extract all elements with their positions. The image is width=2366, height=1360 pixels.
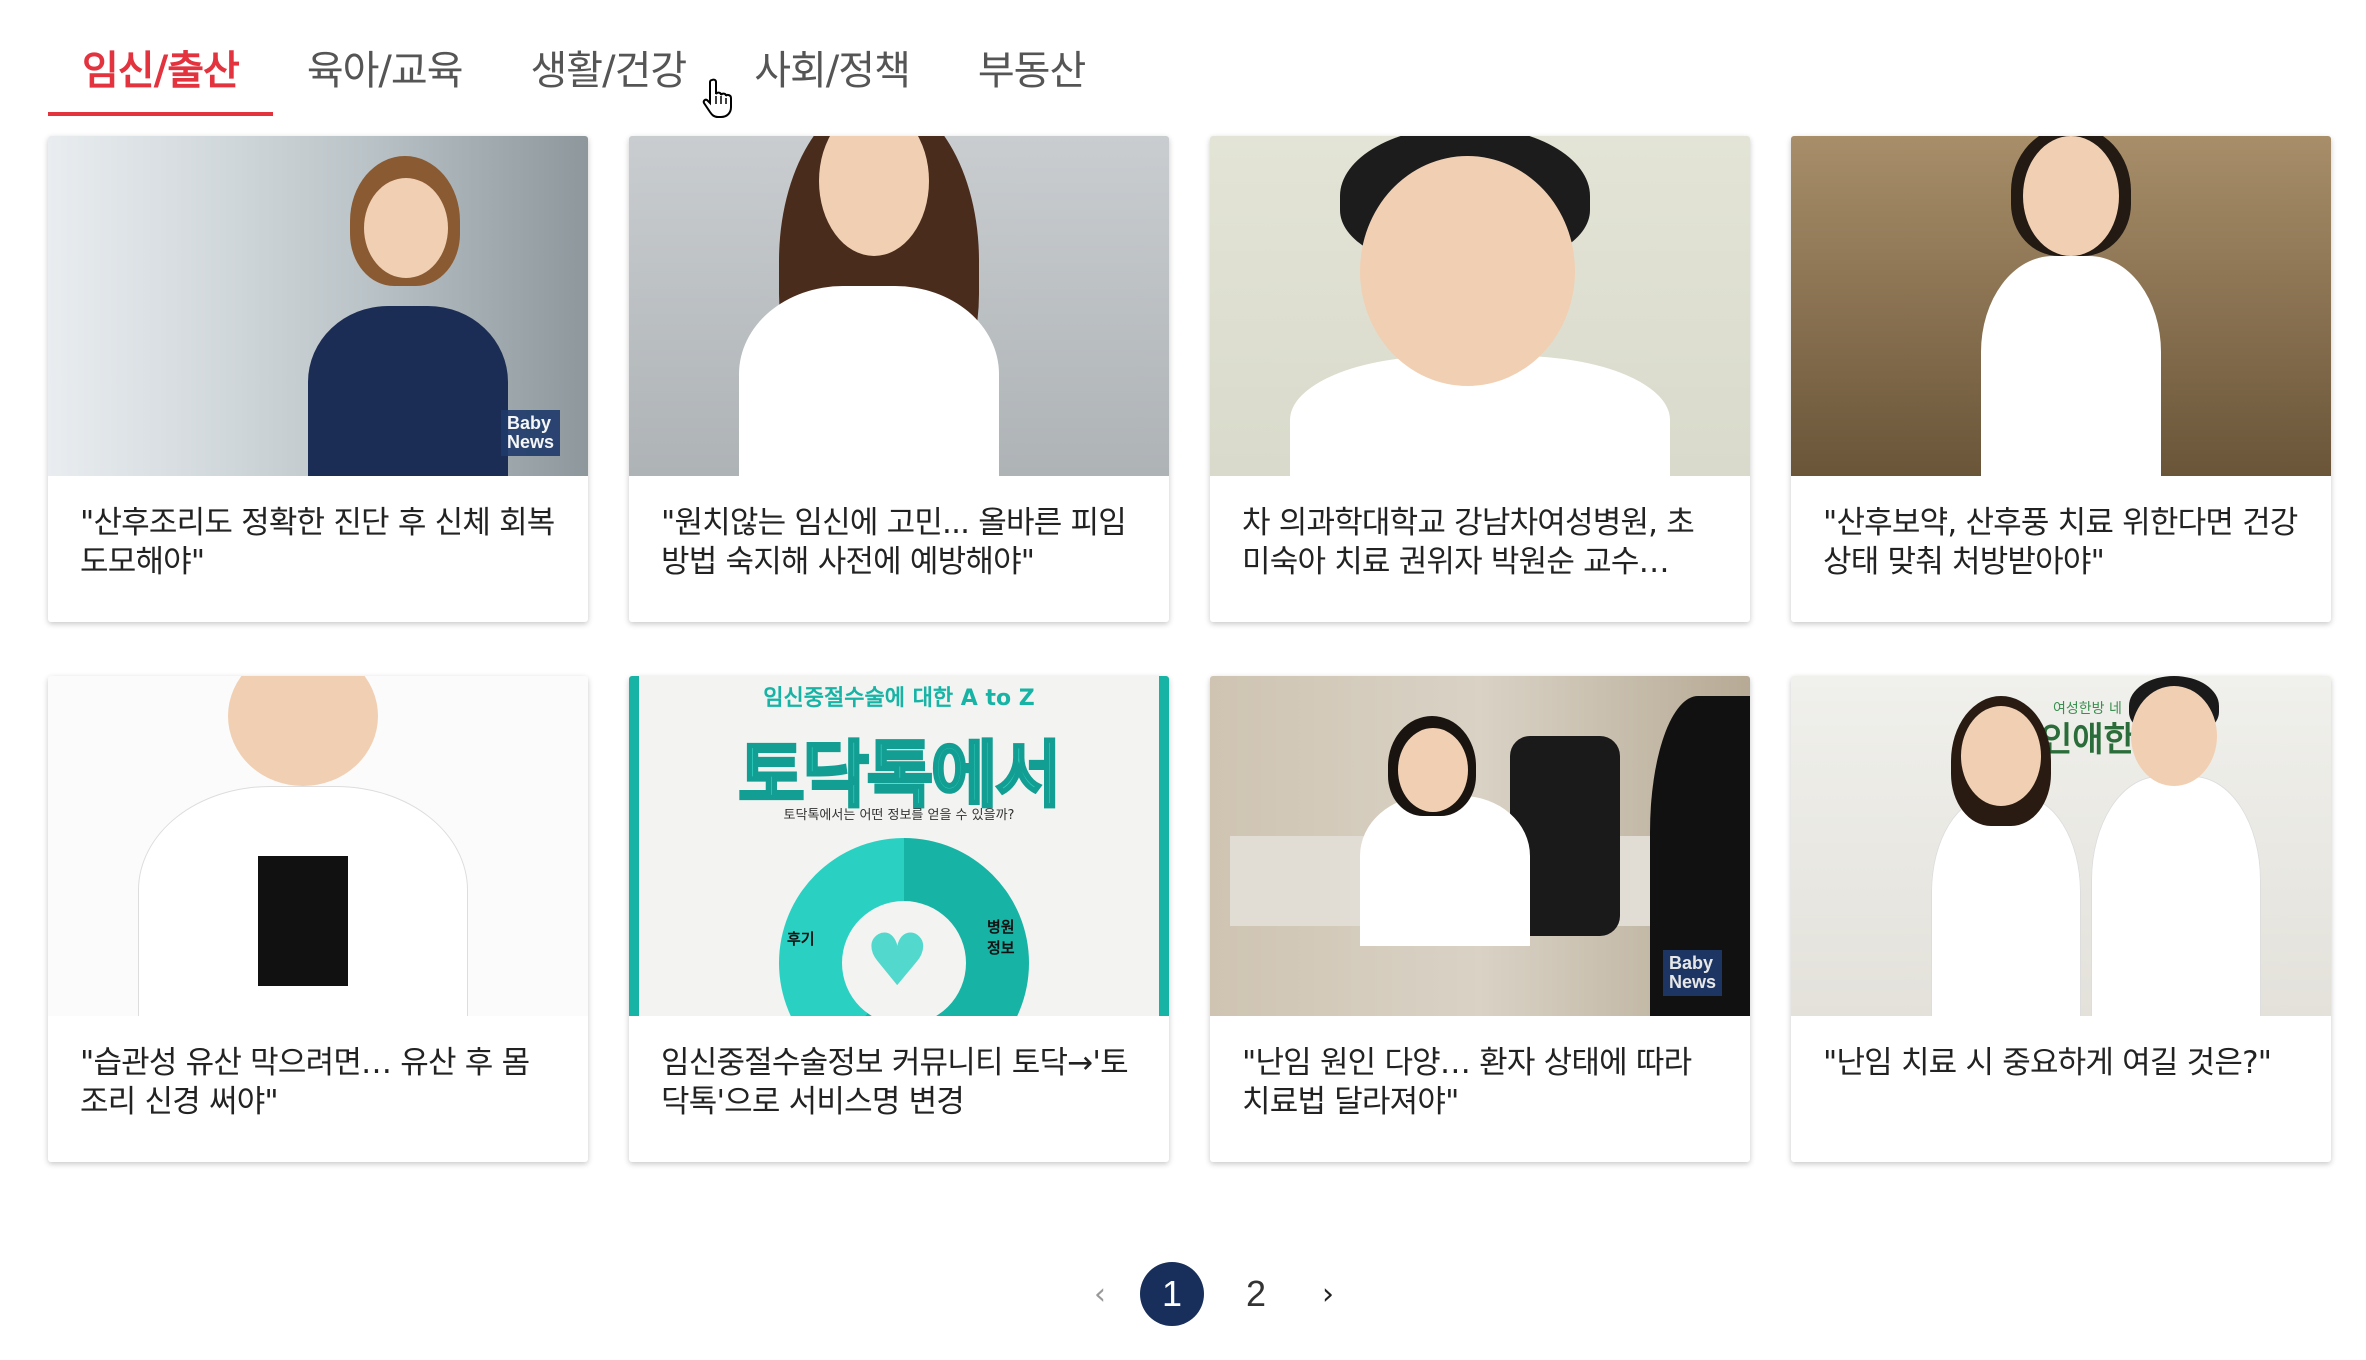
article-title[interactable]: "난임 원인 다양… 환자 상태에 따라 치료법 달라져야" bbox=[1210, 1016, 1750, 1122]
article-thumbnail bbox=[1210, 136, 1750, 476]
page-2-button[interactable]: 2 bbox=[1224, 1262, 1288, 1326]
infographic-subtitle: 임신중절수술에 대한 A to Z bbox=[763, 686, 1035, 711]
article-title[interactable]: "산후조리도 정확한 진단 후 신체 회복 도모해야" bbox=[48, 476, 588, 582]
tab-life-health[interactable]: 생활/건강 bbox=[497, 20, 721, 116]
article-title[interactable]: "습관성 유산 막으려면… 유산 후 몸조리 신경 써야" bbox=[48, 1016, 588, 1122]
article-card[interactable]: 차 의과학대학교 강남차여성병원, 초미숙아 치료 권위자 박원순 교수… bbox=[1210, 136, 1750, 622]
article-title[interactable]: 임신중절수술정보 커뮤니티 토닥→'토닥톡'으로 서비스명 변경 bbox=[629, 1016, 1169, 1122]
article-thumbnail bbox=[1791, 136, 2331, 476]
article-thumbnail: Baby News bbox=[1210, 676, 1750, 1016]
article-thumbnail: 임신중절수술에 대한 A to Z 토닥톡에서 토닥톡에서는 어떤 정보를 얻을… bbox=[629, 676, 1169, 1016]
article-title[interactable]: 차 의과학대학교 강남차여성병원, 초미숙아 치료 권위자 박원순 교수… bbox=[1210, 476, 1750, 582]
article-title[interactable]: "원치않는 임신에 고민... 올바른 피임방법 숙지해 사전에 예방해야" bbox=[629, 476, 1169, 582]
article-thumbnail: 여성한방 네 인애한으 bbox=[1791, 676, 2331, 1016]
article-card[interactable]: 여성한방 네 인애한으 "난임 치료 시 중요하게 여길 것은?" bbox=[1791, 676, 2331, 1162]
tab-parenting-education[interactable]: 육아/교육 bbox=[273, 20, 497, 116]
babynews-logo: Baby News bbox=[500, 410, 560, 456]
article-thumbnail bbox=[629, 136, 1169, 476]
article-thumbnail bbox=[48, 676, 588, 1016]
prev-page-button[interactable]: ‹ bbox=[1080, 1274, 1120, 1314]
babynews-logo: Baby News bbox=[1662, 950, 1722, 996]
page-1-button[interactable]: 1 bbox=[1140, 1262, 1204, 1326]
article-title[interactable]: "산후보약, 산후풍 치료 위한다면 건강상태 맞춰 처방받아야" bbox=[1791, 476, 2331, 582]
article-card[interactable]: Baby News "산후조리도 정확한 진단 후 신체 회복 도모해야" bbox=[48, 136, 588, 622]
tab-real-estate[interactable]: 부동산 bbox=[944, 20, 1119, 116]
tab-pregnancy-birth[interactable]: 임신/출산 bbox=[48, 20, 273, 116]
article-card[interactable]: Baby News "난임 원인 다양… 환자 상태에 따라 치료법 달라져야" bbox=[1210, 676, 1750, 1162]
article-card[interactable]: "원치않는 임신에 고민... 올바른 피임방법 숙지해 사전에 예방해야" bbox=[629, 136, 1169, 622]
tab-society-policy[interactable]: 사회/정책 bbox=[720, 20, 944, 116]
article-card[interactable]: "산후보약, 산후풍 치료 위한다면 건강상태 맞춰 처방받아야" bbox=[1791, 136, 2331, 622]
infographic-question: 토닥톡에서는 어떤 정보를 얻을 수 있을까? bbox=[783, 808, 1015, 823]
article-card[interactable]: 임신중절수술에 대한 A to Z 토닥톡에서 토닥톡에서는 어떤 정보를 얻을… bbox=[629, 676, 1169, 1162]
donut-label-left: 후기 bbox=[787, 930, 815, 948]
hand-cursor-icon bbox=[702, 78, 732, 118]
article-grid: Baby News "산후조리도 정확한 진단 후 신체 회복 도모해야" "원… bbox=[48, 136, 2332, 1162]
article-card[interactable]: "습관성 유산 막으려면… 유산 후 몸조리 신경 써야" bbox=[48, 676, 588, 1162]
article-title[interactable]: "난임 치료 시 중요하게 여길 것은?" bbox=[1791, 1016, 2331, 1083]
next-page-button[interactable]: › bbox=[1308, 1274, 1348, 1314]
donut-label-right: 병원 정보 bbox=[987, 918, 1015, 957]
category-tabs: 임신/출산 육아/교육 생활/건강 사회/정책 부동산 bbox=[48, 20, 1119, 116]
heart-icon: ♥ bbox=[865, 918, 930, 1002]
article-thumbnail: Baby News bbox=[48, 136, 588, 476]
pagination: ‹ 1 2 › bbox=[1080, 1262, 1348, 1326]
